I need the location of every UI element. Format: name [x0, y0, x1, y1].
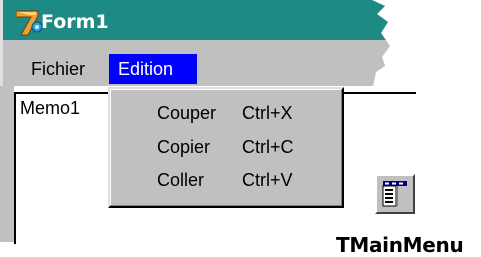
menu-item-label: Copier: [157, 137, 211, 157]
menu-edition[interactable]: Edition: [109, 54, 197, 84]
delphi-app-icon: [16, 10, 43, 36]
main-menu-component-icon[interactable]: [375, 174, 415, 214]
component-caption: TMainMenu: [336, 233, 464, 257]
form-title: Form1: [41, 11, 109, 33]
menu-item-label: Coller: [157, 170, 205, 190]
menu-item-couper[interactable]: Couper Ctrl+X: [110, 97, 342, 129]
menu-item-shortcut: Ctrl+C: [242, 137, 294, 157]
menu-bar: Fichier Edition: [3, 50, 390, 86]
title-bar[interactable]: Form1: [3, 0, 390, 40]
menu-item-copier[interactable]: Copier Ctrl+C: [110, 131, 342, 163]
menu-item-label: Couper: [157, 103, 217, 123]
screenshot-stage: Form1 Fichier Edition Memo1 Couper Ctrl+…: [0, 0, 481, 257]
menu-item-coller[interactable]: Coller Ctrl+V: [110, 164, 342, 196]
edition-dropdown-menu: Couper Ctrl+X Copier Ctrl+C Coller Ctrl+…: [108, 87, 344, 208]
memo-text: Memo1: [20, 98, 81, 118]
menu-item-shortcut: Ctrl+V: [242, 170, 293, 190]
window-frame-left: [0, 86, 14, 242]
menu-item-shortcut: Ctrl+X: [242, 103, 293, 123]
menu-fichier[interactable]: Fichier: [23, 54, 93, 84]
main-menu-glyph-icon: [382, 181, 407, 207]
